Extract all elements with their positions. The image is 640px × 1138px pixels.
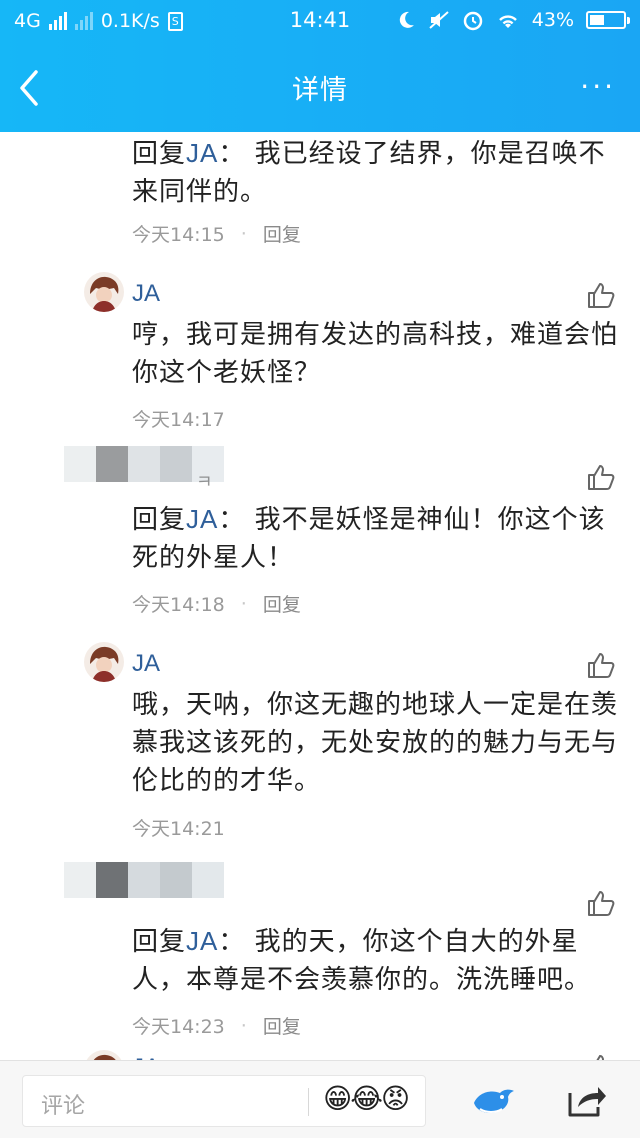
alarm-icon — [463, 11, 483, 31]
navigation-bar: 详情 ··· — [0, 44, 640, 132]
reply-colon: ： — [218, 139, 246, 169]
comment-time: 今天14:23 — [132, 1016, 225, 1038]
reply-button[interactable]: 回复 — [263, 1012, 301, 1039]
avatar[interactable] — [84, 272, 124, 312]
meta-separator: · — [240, 592, 247, 615]
commenter-name[interactable]: JA — [132, 650, 160, 678]
thumbs-up-icon[interactable] — [586, 888, 616, 918]
wifi-icon — [498, 15, 517, 28]
reply-to-name[interactable]: JA — [186, 138, 218, 168]
status-bar: 4G 0.1K/s S 14:41 43% — [0, 0, 640, 44]
reply-prefix: 回复 — [132, 927, 187, 957]
avatar[interactable] — [84, 642, 124, 682]
more-options-icon[interactable]: ··· — [580, 70, 616, 103]
comment-text: 回复JA： 我的天，你这个自大的外星人，本尊是不会羡慕你的。洗洗睡吧。 — [132, 922, 622, 999]
comment-meta: 今天14:18 · 回复 — [132, 590, 301, 617]
reply-to-name[interactable]: JA — [186, 926, 218, 956]
reply-to-name[interactable]: JA — [186, 504, 218, 534]
reply-colon: ： — [218, 927, 246, 957]
bottom-bar: 评论 😁😂😡 — [0, 1060, 640, 1138]
input-divider — [308, 1088, 309, 1116]
comment-text: 哼，我可是拥有发达的高科技，难道会怕你这个老妖怪？ — [132, 320, 619, 388]
commenter-name-fragment[interactable]: ㅋ — [196, 468, 213, 494]
comment-item: 回复JA： 我的天，你这个自大的外星人，本尊是不会羡慕你的。洗洗睡吧。 今天14… — [0, 848, 640, 1038]
top-bar: 4G 0.1K/s S 14:41 43% 详情 ··· — [0, 0, 640, 132]
battery-percent: 43% — [531, 9, 574, 31]
reply-prefix: 回复 — [132, 505, 187, 535]
comment-list: 回复JA： 我已经设了结界，你是召唤不来同伴的。 今天14:15 · 回复 JA… — [0, 132, 640, 1060]
moon-icon — [399, 11, 414, 28]
comment-item: JA — [0, 1046, 640, 1060]
thumbs-up-icon[interactable] — [586, 280, 616, 310]
avatar[interactable] — [84, 1050, 124, 1060]
reply-button[interactable]: 回复 — [263, 220, 301, 247]
share-to-qq-icon[interactable] — [470, 1083, 518, 1119]
comment-meta: 今天14:15 · 回复 — [132, 220, 301, 247]
comment-item: 回复JA： 我已经设了结界，你是召唤不来同伴的。 今天14:15 · 回复 — [0, 132, 640, 257]
commenter-name[interactable]: JA — [132, 280, 160, 308]
comment-meta: 今天14:17 — [132, 408, 225, 429]
comment-text: 哦，天呐，你这无趣的地球人一定是在羡慕我这该死的，无处安放的的魅力与无与伦比的的… — [132, 690, 619, 796]
comment-item: JA 哦，天呐，你这无趣的地球人一定是在羡慕我这该死的，无处安放的的魅力与无与伦… — [0, 638, 640, 848]
emoji-button[interactable]: 😁😂😡 — [323, 1082, 410, 1115]
mute-icon — [429, 11, 449, 29]
comment-meta: 今天14:23 · 回复 — [132, 1012, 301, 1039]
share-icon[interactable] — [566, 1081, 606, 1119]
comment-text: 回复JA： 我不是妖怪是神仙！你这个该死的外星人！ — [132, 500, 622, 577]
comment-time: 今天14:15 — [132, 224, 225, 246]
reply-button[interactable]: 回复 — [263, 590, 301, 617]
battery-icon — [586, 11, 630, 29]
comment-item: ㅋ 回复JA： 我不是妖怪是神仙！你这个该死的外星人！ 今天14:18 · 回复 — [0, 438, 640, 628]
comment-text: 回复JA： 我已经设了结界，你是召唤不来同伴的。 — [132, 134, 622, 211]
comment-time: 今天14:17 — [132, 408, 225, 429]
comment-input[interactable]: 评论 😁😂😡 — [22, 1075, 426, 1127]
page-title: 详情 — [292, 75, 348, 106]
comment-time: 今天14:18 — [132, 594, 225, 616]
comment-meta: 今天14:21 — [132, 816, 225, 839]
reply-prefix: 回复 — [132, 139, 187, 169]
thumbs-up-icon[interactable] — [586, 650, 616, 680]
meta-separator: · — [240, 222, 247, 245]
battery-fill — [590, 15, 604, 25]
comment-placeholder: 评论 — [41, 1094, 86, 1119]
meta-separator: · — [240, 1014, 247, 1037]
comment-time: 今天14:21 — [132, 817, 225, 839]
thumbs-up-icon[interactable] — [586, 462, 616, 492]
comment-item: JA 哼，我可是拥有发达的高科技，难道会怕你这个老妖怪？ 今天14:17 — [0, 268, 640, 438]
reply-colon: ： — [218, 505, 246, 535]
thumbs-up-icon[interactable] — [586, 1052, 616, 1060]
blurred-avatar — [64, 862, 224, 898]
